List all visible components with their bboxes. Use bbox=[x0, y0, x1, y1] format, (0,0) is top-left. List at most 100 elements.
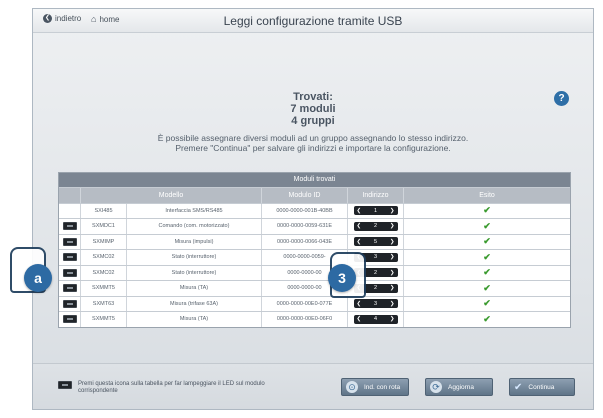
check-icon: ✔ bbox=[483, 282, 491, 293]
table-row: SXMIMP Misura (impulsi) 0000-0000-0066-043… bbox=[59, 233, 570, 249]
led-blink-icon[interactable] bbox=[62, 299, 77, 308]
address-cell: ❮ 5 ❯ bbox=[348, 234, 404, 249]
address-stepper[interactable]: ❮ 4 ❯ bbox=[353, 314, 398, 324]
led-blink-icon[interactable] bbox=[62, 284, 77, 293]
description-cell: Stato (interruttore) bbox=[127, 250, 262, 265]
chevron-right-icon[interactable]: ❯ bbox=[390, 208, 395, 214]
led-blink-icon[interactable] bbox=[62, 268, 77, 277]
table-row: SXMT63 Misura (trifase 63A) 0000-0000-00E0… bbox=[59, 295, 570, 311]
chevron-right-icon[interactable]: ❯ bbox=[390, 285, 395, 291]
chevron-right-icon[interactable]: ❯ bbox=[390, 239, 395, 245]
model-cell: SXMMT5 bbox=[81, 281, 127, 296]
description-cell: Misura (TA) bbox=[127, 312, 262, 327]
column-result: Esito bbox=[479, 191, 495, 199]
table-row: SXMC02 Stato (interruttore) 0000-0000-0059… bbox=[59, 249, 570, 265]
description: È possibile assegnare diversi moduli ad … bbox=[33, 133, 593, 153]
model-cell: SXMC02 bbox=[81, 265, 127, 280]
modules-table: Moduli trovati Modello Modulo ID Indiriz… bbox=[58, 172, 571, 328]
help-icon[interactable]: ? bbox=[554, 91, 569, 106]
description-cell: Misura (trifase 63A) bbox=[127, 296, 262, 311]
address-value: 2 bbox=[373, 269, 378, 276]
chevron-left-icon[interactable]: ❮ bbox=[357, 223, 362, 229]
description-cell: Interfaccia SMS/RS485 bbox=[127, 203, 262, 218]
led-cell bbox=[59, 234, 81, 249]
column-model: Modello bbox=[81, 188, 262, 203]
address-stepper[interactable]: ❮ 3 ❯ bbox=[353, 299, 398, 309]
chevron-right-icon[interactable]: ❯ bbox=[390, 316, 395, 322]
led-blink-icon[interactable] bbox=[62, 222, 77, 231]
table-title: Moduli trovati bbox=[59, 173, 570, 187]
table-row: SXMC02Stato (interruttore)0000-0000-00❮2… bbox=[59, 264, 570, 280]
check-icon: ✔ bbox=[483, 236, 491, 247]
continue-button[interactable]: ✔ Continua bbox=[509, 378, 575, 396]
table-row: SXMMT5 Misura (TA) 0000-0000-00E0-06F0 ❮ 4 ❯ ✔ bbox=[59, 311, 570, 327]
ind-con-rota-button[interactable]: ⊙ Ind. con rota bbox=[341, 378, 410, 396]
led-cell bbox=[59, 203, 81, 218]
led-cell bbox=[59, 312, 81, 327]
result-cell: ✔ bbox=[404, 204, 570, 219]
address-stepper[interactable]: ❮ 2 ❯ bbox=[353, 221, 398, 231]
ind-con-rota-label: Ind. con rota bbox=[364, 383, 401, 391]
result-cell: ✔ bbox=[404, 250, 570, 265]
column-address: Indirizzo bbox=[348, 188, 404, 203]
table-row: SXI485 Interfaccia SMS/RS485 0000-0000-001… bbox=[59, 202, 570, 219]
led-blink-icon[interactable] bbox=[62, 253, 77, 262]
chevron-right-icon[interactable]: ❯ bbox=[390, 301, 395, 307]
check-icon: ✔ bbox=[483, 205, 491, 216]
address-stepper[interactable]: ❮ 5 ❯ bbox=[353, 237, 398, 247]
check-icon: ✔ bbox=[483, 267, 491, 278]
led-blink-icon[interactable] bbox=[62, 237, 77, 246]
address-value: 2 bbox=[373, 285, 378, 292]
model-cell: SXMMT5 bbox=[81, 312, 127, 327]
bottom-bar: Premi questa icona sulla tabella per far… bbox=[33, 363, 593, 409]
check-icon: ✔ bbox=[483, 251, 491, 262]
summary: Trovati: 7 moduli 4 gruppi bbox=[33, 91, 593, 127]
address-cell: ❮ 4 ❯ bbox=[348, 312, 404, 327]
chevron-right-icon[interactable]: ❯ bbox=[390, 223, 395, 229]
check-icon: ✔ bbox=[514, 381, 523, 393]
chevron-left-icon[interactable]: ❮ bbox=[357, 208, 362, 214]
table-header-row: Modello Modulo ID Indirizzo Esito bbox=[59, 187, 570, 203]
table-row: SXMDC1 Comando (com. motorizzato) 0000-000… bbox=[59, 218, 570, 234]
led-cell bbox=[59, 296, 81, 311]
led-blink-icon[interactable] bbox=[62, 315, 77, 324]
refresh-icon: ⟳ bbox=[430, 381, 442, 393]
result-cell: ✔ bbox=[404, 281, 570, 296]
callout-a: a bbox=[24, 264, 52, 292]
legend: Premi questa icona sulla tabella per far… bbox=[58, 381, 278, 395]
result-cell: ✔ bbox=[404, 312, 570, 327]
column-module-id: Modulo ID bbox=[262, 188, 348, 203]
module-id-cell: 0000-0000-0059-631E bbox=[262, 219, 348, 234]
page-title: Leggi configurazione tramite USB bbox=[223, 14, 403, 28]
module-id-cell: 0000-0000-0066-043E bbox=[262, 234, 348, 249]
chevron-right-icon[interactable]: ❯ bbox=[390, 254, 395, 260]
chevron-right-icon[interactable]: ❯ bbox=[390, 270, 395, 276]
chevron-left-icon[interactable]: ❮ bbox=[357, 239, 362, 245]
app-window: ❮ indietro ⌂ home Leggi configurazione t… bbox=[32, 8, 594, 410]
chevron-left-icon[interactable]: ❮ bbox=[357, 316, 362, 322]
model-cell: SXI485 bbox=[81, 203, 127, 218]
chevron-left-icon[interactable]: ❮ bbox=[357, 301, 362, 307]
legend-text: Premi questa icona sulla tabella per far… bbox=[78, 381, 265, 394]
led-cell bbox=[59, 281, 81, 296]
summary-title: Trovati: bbox=[293, 91, 333, 103]
address-cell: ❮ 1 ❯ bbox=[348, 203, 404, 218]
top-bar: ❮ indietro ⌂ home Leggi configurazione t… bbox=[33, 9, 593, 33]
check-icon: ✔ bbox=[483, 220, 491, 231]
refresh-button[interactable]: ⟳ Aggiorna bbox=[425, 378, 493, 396]
address-value: 4 bbox=[373, 316, 378, 323]
led-cell bbox=[59, 250, 81, 265]
check-icon: ✔ bbox=[483, 313, 491, 324]
model-cell: SXMDC1 bbox=[81, 219, 127, 234]
summary-modules: 7 moduli bbox=[290, 103, 336, 115]
address-stepper[interactable]: ❮ 1 ❯ bbox=[353, 206, 398, 216]
description-line-1: È possibile assegnare diversi moduli ad … bbox=[157, 133, 469, 143]
led-blink-icon bbox=[58, 381, 72, 389]
module-id-cell: 0000-0000-00E0-06F0 bbox=[262, 312, 348, 327]
module-id-cell: 0000-0000-00E0-077E bbox=[262, 296, 348, 311]
module-id-cell: 0000-0000-001B-40BB bbox=[262, 203, 348, 218]
refresh-label: Aggiorna bbox=[448, 383, 475, 391]
model-cell: SXMT63 bbox=[81, 296, 127, 311]
rotation-icon: ⊙ bbox=[346, 381, 358, 393]
address-value: 5 bbox=[373, 238, 378, 245]
